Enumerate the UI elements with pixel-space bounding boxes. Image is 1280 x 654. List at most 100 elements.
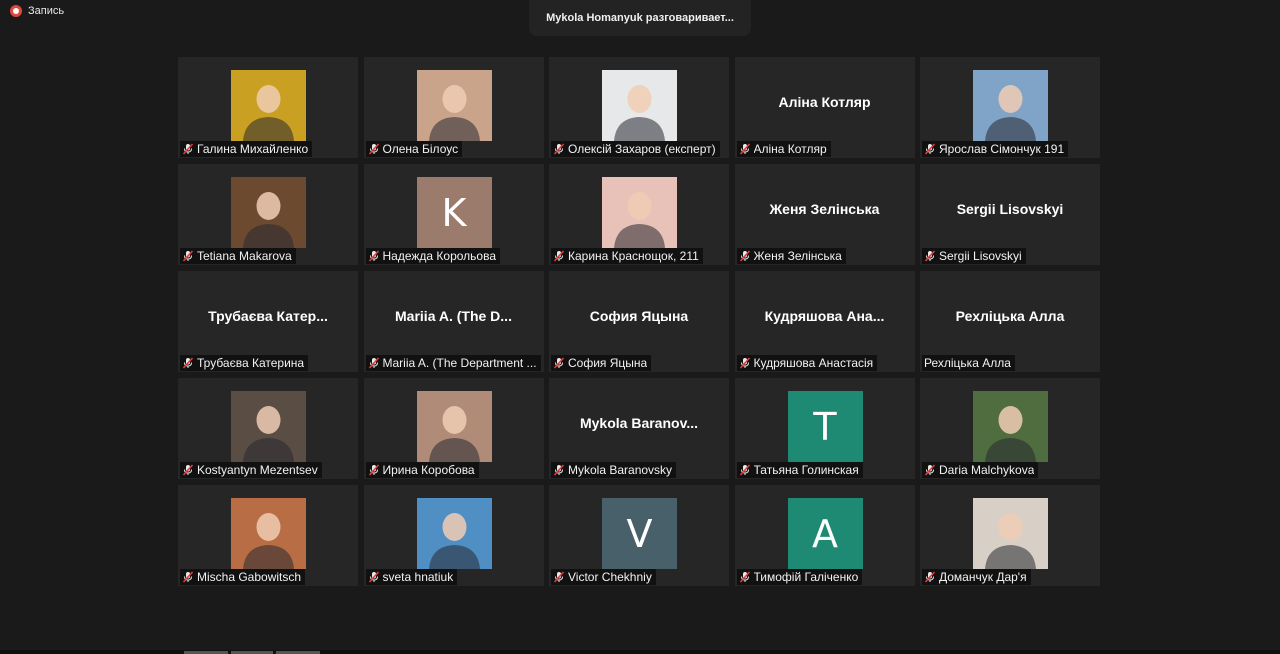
bottom-toolbar bbox=[0, 650, 1280, 654]
participant-tile[interactable]: Sergii Lisovskyi Sergii Lisovskyi bbox=[920, 164, 1100, 265]
participant-name: Mariia A. (The Department ... bbox=[382, 356, 537, 370]
muted-mic-icon bbox=[368, 357, 380, 369]
participant-name: Трубаєва Катерина bbox=[197, 356, 305, 370]
participant-name: Галина Михайленко bbox=[197, 142, 309, 156]
participant-avatar-initial: T bbox=[787, 391, 863, 462]
active-speaker-banner: Mykola Homanyuk разговаривает... bbox=[529, 0, 751, 36]
participant-video bbox=[973, 498, 1048, 569]
participant-tile[interactable]: Ярослав Сімончук 191 bbox=[920, 57, 1100, 158]
muted-mic-icon bbox=[739, 250, 751, 262]
muted-mic-icon bbox=[182, 571, 194, 583]
participant-video bbox=[231, 498, 306, 569]
muted-mic-icon bbox=[182, 250, 194, 262]
participant-tile[interactable]: Mariia A. (The D... Mariia A. (The Depart… bbox=[363, 271, 544, 372]
participant-video bbox=[231, 391, 306, 462]
participant-name-label: Аліна Котляр bbox=[736, 141, 831, 157]
participant-display-name: Аліна Котляр bbox=[778, 94, 871, 110]
participant-avatar-initial: A bbox=[787, 498, 863, 569]
participant-video bbox=[231, 70, 306, 141]
participant-tile[interactable]: Daria Malchykova bbox=[920, 378, 1100, 479]
participant-video bbox=[602, 70, 677, 141]
muted-mic-icon bbox=[924, 143, 936, 155]
participant-name-label: Ирина Коробова bbox=[365, 462, 479, 478]
participant-tile[interactable]: A Тимофій Галіченко bbox=[734, 485, 915, 586]
muted-mic-icon bbox=[553, 143, 565, 155]
participant-tile[interactable]: V Victor Chekhniy bbox=[549, 485, 729, 586]
participant-display-name: Женя Зелінська bbox=[769, 201, 880, 217]
participant-name: Карина Краснощок, 211 bbox=[568, 249, 699, 263]
participant-name: Mykola Baranovsky bbox=[568, 463, 673, 477]
muted-mic-icon bbox=[182, 464, 194, 476]
participant-name-label: Доманчук Дар'я bbox=[922, 569, 1031, 585]
participant-video bbox=[416, 70, 492, 141]
participant-tile[interactable]: Аліна Котляр Аліна Котляр bbox=[734, 57, 915, 158]
participant-name: Женя Зелінська bbox=[753, 249, 842, 263]
participant-name: Тимофій Галіченко bbox=[753, 570, 859, 584]
participant-tile[interactable]: Рехліцька Алла Рехліцька Алла bbox=[920, 271, 1100, 372]
muted-mic-icon bbox=[739, 357, 751, 369]
participant-name: Надежда Корольова bbox=[382, 249, 497, 263]
participant-tile[interactable]: Женя Зелінська Женя Зелінська bbox=[734, 164, 915, 265]
participant-name-label: Ярослав Сімончук 191 bbox=[922, 141, 1069, 157]
participant-display-name: София Яцына bbox=[589, 308, 689, 324]
participant-display-name: Mariia A. (The D... bbox=[395, 308, 512, 324]
muted-mic-icon bbox=[368, 464, 380, 476]
participant-avatar-initial: V bbox=[602, 498, 677, 569]
participant-tile[interactable]: Mischa Gabowitsch bbox=[178, 485, 358, 586]
participant-tile[interactable]: Доманчук Дар'я bbox=[920, 485, 1100, 586]
participant-name: Sergii Lisovskyi bbox=[939, 249, 1022, 263]
participant-tile[interactable]: Галина Михайленко bbox=[178, 57, 358, 158]
participant-video bbox=[602, 177, 677, 248]
participant-display-name: Рехліцька Алла bbox=[955, 308, 1065, 324]
participant-name-label: Татьяна Голинская bbox=[736, 462, 863, 478]
muted-mic-icon bbox=[553, 571, 565, 583]
muted-mic-icon bbox=[739, 143, 751, 155]
muted-mic-icon bbox=[368, 143, 380, 155]
recording-indicator[interactable]: Запись bbox=[10, 3, 64, 19]
participant-name-label: Mykola Baranovsky bbox=[551, 462, 677, 478]
participant-tile[interactable]: Tetiana Makarova bbox=[178, 164, 358, 265]
participant-name-label: Тимофій Галіченко bbox=[736, 569, 863, 585]
participant-tile[interactable]: Олексій Захаров (експерт) bbox=[549, 57, 729, 158]
participant-name-label: Галина Михайленко bbox=[180, 141, 313, 157]
participant-name: Victor Chekhniy bbox=[568, 570, 652, 584]
participant-tile[interactable]: Олена Білоус bbox=[363, 57, 544, 158]
participant-video bbox=[973, 391, 1048, 462]
participant-name-label: Tetiana Makarova bbox=[180, 248, 296, 264]
participant-name-label: Олена Білоус bbox=[365, 141, 463, 157]
participant-video bbox=[416, 498, 492, 569]
participant-tile[interactable]: sveta hnatiuk bbox=[363, 485, 544, 586]
participant-tile[interactable]: T Татьяна Голинская bbox=[734, 378, 915, 479]
participant-name-label: sveta hnatiuk bbox=[365, 569, 458, 585]
participant-name-label: Mariia A. (The Department ... bbox=[365, 355, 541, 371]
participant-video bbox=[231, 177, 306, 248]
participant-name: sveta hnatiuk bbox=[382, 570, 454, 584]
muted-mic-icon bbox=[739, 464, 751, 476]
participant-name: Kostyantyn Mezentsev bbox=[197, 463, 318, 477]
participant-tile[interactable]: Kostyantyn Mezentsev bbox=[178, 378, 358, 479]
participant-tile[interactable]: Ирина Коробова bbox=[363, 378, 544, 479]
participant-name: София Яцына bbox=[568, 356, 648, 370]
muted-mic-icon bbox=[553, 464, 565, 476]
muted-mic-icon bbox=[924, 571, 936, 583]
participant-display-name: Трубаєва Катер... bbox=[208, 308, 328, 324]
participant-name: Доманчук Дар'я bbox=[939, 570, 1027, 584]
participant-name-label: Кудряшова Анастасія bbox=[736, 355, 878, 371]
participant-tile[interactable]: Трубаєва Катер... Трубаєва Катерина bbox=[178, 271, 358, 372]
participant-name: Tetiana Makarova bbox=[197, 249, 292, 263]
participant-name-label: Олексій Захаров (експерт) bbox=[551, 141, 720, 157]
muted-mic-icon bbox=[739, 571, 751, 583]
participant-name: Ирина Коробова bbox=[382, 463, 475, 477]
participant-display-name: Sergii Lisovskyi bbox=[956, 201, 1064, 217]
muted-mic-icon bbox=[182, 143, 194, 155]
participant-tile[interactable]: Кудряшова Ана... Кудряшова Анастасія bbox=[734, 271, 915, 372]
participant-name-label: Sergii Lisovskyi bbox=[922, 248, 1026, 264]
participant-name-label: Daria Malchykova bbox=[922, 462, 1039, 478]
participant-tile[interactable]: Карина Краснощок, 211 bbox=[549, 164, 729, 265]
record-icon bbox=[10, 5, 22, 17]
participant-tile[interactable]: София Яцына София Яцына bbox=[549, 271, 729, 372]
participant-name: Аліна Котляр bbox=[753, 142, 827, 156]
participant-tile[interactable]: Mykola Baranov... Mykola Baranovsky bbox=[549, 378, 729, 479]
participant-name-label: Трубаєва Катерина bbox=[180, 355, 309, 371]
participant-tile[interactable]: K Надежда Корольова bbox=[363, 164, 544, 265]
